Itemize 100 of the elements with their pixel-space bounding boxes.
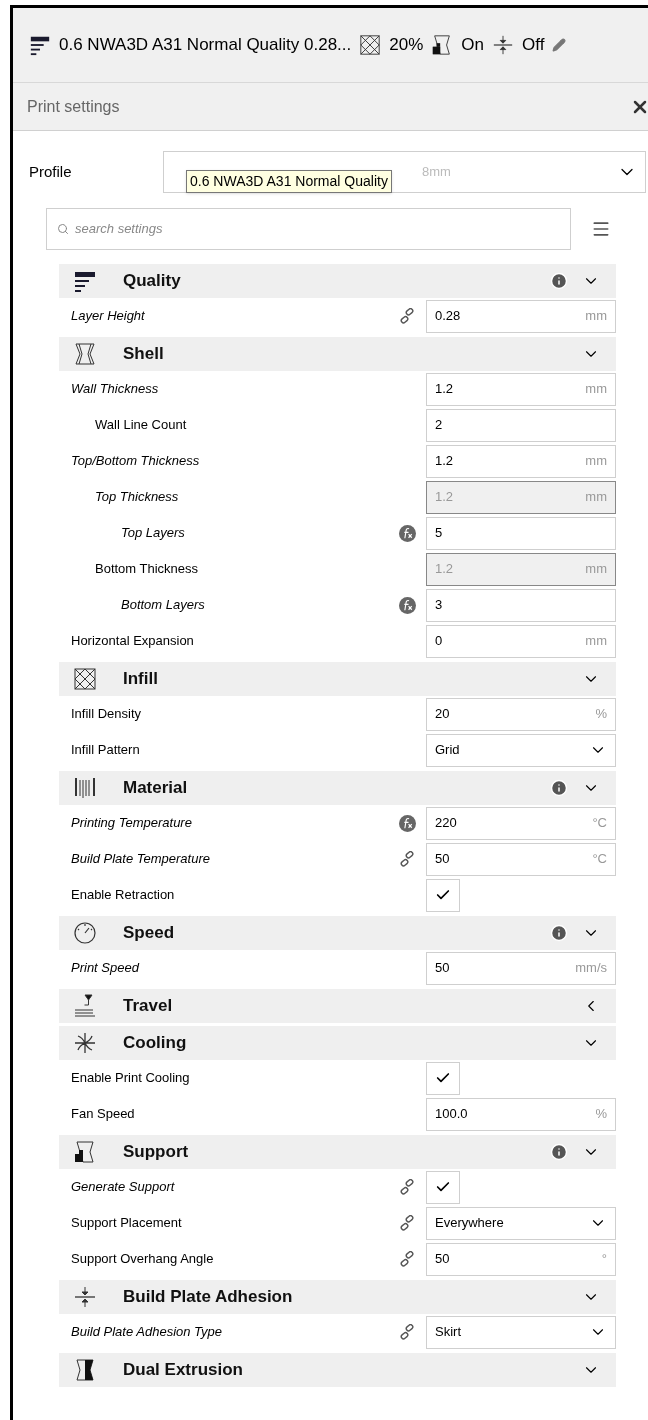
cooling-icon bbox=[73, 1031, 97, 1055]
link-icon[interactable] bbox=[399, 1324, 415, 1340]
link-icon[interactable] bbox=[399, 1179, 415, 1195]
section-title: Build Plate Adhesion bbox=[123, 1286, 294, 1309]
section-title: Speed bbox=[123, 922, 176, 945]
number-field[interactable]: 50 °C bbox=[426, 842, 616, 876]
infill-icon bbox=[73, 667, 97, 691]
search-input[interactable]: search settings bbox=[75, 219, 560, 239]
number-field[interactable]: 2 bbox=[426, 408, 616, 442]
select-dropdown[interactable]: Grid bbox=[426, 733, 616, 767]
link-icon[interactable] bbox=[399, 1251, 415, 1267]
checkbox[interactable] bbox=[426, 1170, 460, 1204]
setting-label: Fan Speed bbox=[70, 1105, 136, 1124]
section-header[interactable]: Dual Extrusion bbox=[59, 1353, 616, 1387]
unit-label: mm/s bbox=[575, 959, 607, 978]
number-field[interactable]: 100.0 % bbox=[426, 1097, 616, 1131]
number-field[interactable]: 1.2 mm bbox=[426, 444, 616, 478]
infill-summary[interactable]: 20% bbox=[389, 32, 424, 58]
select-value: Grid bbox=[435, 741, 460, 760]
section-title: Support bbox=[123, 1141, 190, 1164]
setting-label: Support Overhang Angle bbox=[70, 1250, 215, 1269]
number-field[interactable]: 220 °C bbox=[426, 806, 616, 840]
select-value: Everywhere bbox=[435, 1214, 504, 1233]
number-field[interactable]: 50 mm/s bbox=[426, 951, 616, 985]
checkbox[interactable] bbox=[426, 1061, 460, 1095]
field-value: 3 bbox=[435, 596, 443, 615]
panel-title: Print settings bbox=[27, 96, 120, 117]
section-header[interactable]: Cooling bbox=[59, 1026, 616, 1060]
number-field[interactable]: 20 % bbox=[426, 697, 616, 731]
setting-label: Top Layers bbox=[120, 524, 186, 543]
info-icon[interactable] bbox=[550, 779, 568, 797]
support-icon bbox=[73, 1140, 97, 1164]
section-header[interactable]: Travel bbox=[59, 989, 616, 1023]
field-value: 0.28 bbox=[435, 307, 461, 326]
formula-icon[interactable] bbox=[398, 814, 416, 832]
search-icon bbox=[57, 223, 69, 235]
field-value: 1.2 bbox=[435, 560, 454, 579]
unit-label: ° bbox=[601, 1250, 607, 1269]
section-header[interactable]: Build Plate Adhesion bbox=[59, 1280, 616, 1314]
support-summary[interactable]: On bbox=[461, 32, 484, 58]
section-title: Quality bbox=[123, 270, 182, 293]
section-header[interactable]: Speed bbox=[59, 916, 616, 950]
setting-label: Bottom Layers bbox=[120, 596, 206, 615]
search-field[interactable]: search settings bbox=[46, 208, 571, 250]
setting-label: Wall Thickness bbox=[70, 380, 160, 399]
field-value: 100.0 bbox=[435, 1105, 468, 1124]
section-title: Shell bbox=[123, 343, 165, 366]
adhesion-icon bbox=[73, 1285, 97, 1309]
section-header[interactable]: Shell bbox=[59, 337, 616, 371]
number-field[interactable]: 0.28 mm bbox=[426, 299, 616, 333]
setting-label: Generate Support bbox=[70, 1178, 176, 1197]
unit-label: °C bbox=[592, 850, 607, 869]
quality-icon bbox=[29, 34, 51, 56]
unit-label: mm bbox=[585, 488, 607, 507]
link-icon[interactable] bbox=[399, 308, 415, 324]
unit-label: % bbox=[595, 1105, 607, 1124]
link-icon[interactable] bbox=[399, 1215, 415, 1231]
number-field[interactable]: 50 ° bbox=[426, 1242, 616, 1276]
section-title: Infill bbox=[123, 668, 159, 691]
travel-icon bbox=[73, 994, 97, 1018]
field-value: 220 bbox=[435, 814, 457, 833]
profile-summary[interactable]: 0.6 NWA3D A31 Normal Quality 0.28... bbox=[59, 32, 352, 58]
checkbox[interactable] bbox=[426, 878, 460, 912]
info-icon[interactable] bbox=[550, 1143, 568, 1161]
unit-label: mm bbox=[585, 307, 607, 326]
shell-icon bbox=[73, 342, 97, 366]
section-header[interactable]: Quality bbox=[59, 264, 616, 298]
number-field[interactable]: 1.2 mm bbox=[426, 372, 616, 406]
field-value: 1.2 bbox=[435, 452, 454, 471]
adhesion-icon bbox=[492, 34, 514, 56]
material-icon bbox=[73, 776, 97, 800]
field-value: 20 bbox=[435, 705, 450, 724]
field-value: 2 bbox=[435, 416, 443, 435]
section-header[interactable]: Support bbox=[59, 1135, 616, 1169]
setting-label: Printing Temperature bbox=[70, 814, 193, 833]
section-header[interactable]: Material bbox=[59, 771, 616, 805]
setting-label: Infill Density bbox=[70, 705, 143, 724]
setting-label: Enable Retraction bbox=[70, 886, 176, 905]
adhesion-summary[interactable]: Off bbox=[522, 32, 545, 58]
info-icon[interactable] bbox=[550, 924, 568, 942]
field-value: 50 bbox=[435, 1250, 450, 1269]
setting-label: Support Placement bbox=[70, 1214, 183, 1233]
unit-label: mm bbox=[585, 452, 607, 471]
unit-label: mm bbox=[585, 560, 607, 579]
setting-label: Top/Bottom Thickness bbox=[70, 452, 201, 471]
menu-icon[interactable] bbox=[591, 219, 611, 239]
section-header[interactable]: Infill bbox=[59, 662, 616, 696]
link-icon[interactable] bbox=[399, 851, 415, 867]
infill-icon bbox=[359, 34, 382, 56]
pencil-icon[interactable] bbox=[552, 38, 567, 52]
select-dropdown[interactable]: Everywhere bbox=[426, 1206, 616, 1240]
section-title: Dual Extrusion bbox=[123, 1359, 244, 1382]
unit-label: mm bbox=[585, 632, 607, 651]
dual-extrusion-icon bbox=[73, 1358, 97, 1382]
select-dropdown[interactable]: Skirt bbox=[426, 1315, 616, 1349]
field-value: 1.2 bbox=[435, 488, 454, 507]
profile-label: Profile bbox=[29, 161, 73, 182]
number-field[interactable]: 0 mm bbox=[426, 624, 616, 658]
section-title: Material bbox=[123, 777, 189, 800]
info-icon[interactable] bbox=[550, 272, 568, 290]
